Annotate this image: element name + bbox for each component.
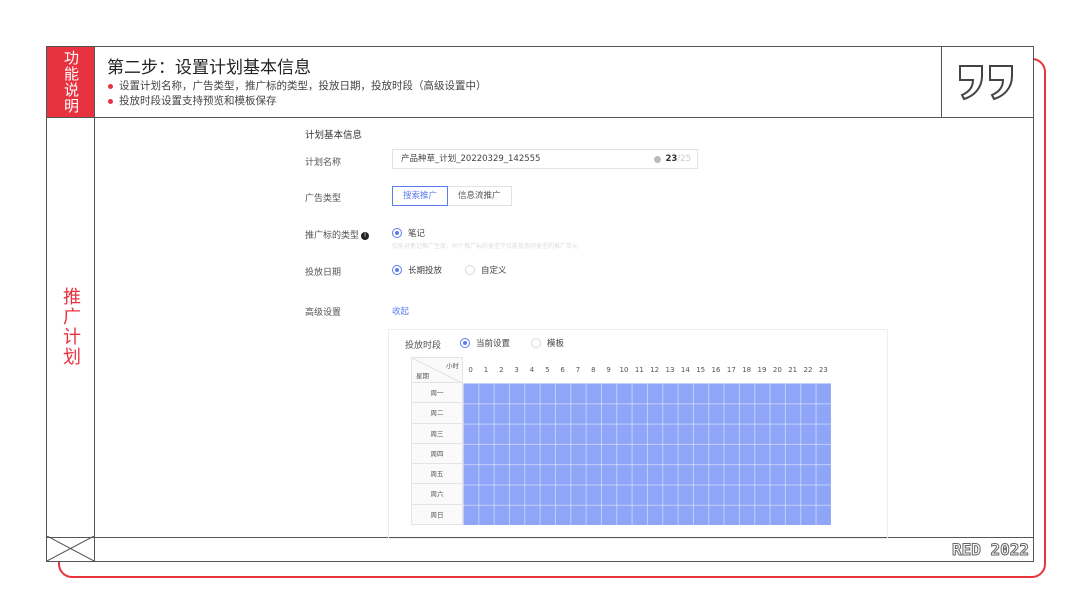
radio-selected-icon	[392, 265, 402, 275]
radio-selected-icon	[392, 228, 402, 238]
hour-header[interactable]: 4	[524, 357, 539, 383]
hour-header[interactable]: 21	[785, 357, 800, 383]
collapse-link[interactable]: 收起	[392, 305, 409, 317]
hour-header[interactable]: 6	[555, 357, 570, 383]
date-longterm-radio[interactable]: 长期投放	[392, 264, 442, 276]
ad-type-feed-button[interactable]: 信息流推广	[448, 186, 512, 206]
day-header[interactable]: 周日	[411, 504, 463, 525]
day-header[interactable]: 周二	[411, 403, 463, 424]
schedule-grid: 小时 星期 0 1 2 3 4 5 6 7 8 9 10 11 12 13 14 15 16 17 18 19 20 21…	[411, 357, 831, 525]
hour-header[interactable]: 7	[570, 357, 585, 383]
hour-header[interactable]: 9	[601, 357, 616, 383]
grid-corner-header: 小时 星期	[411, 357, 464, 384]
left-column: 功能说明 推广计划	[47, 47, 95, 561]
day-header[interactable]: 周三	[411, 423, 463, 444]
hour-header[interactable]: 19	[754, 357, 769, 383]
day-header[interactable]: 周四	[411, 443, 463, 465]
plan-name-value: 产品种草_计划_20220329_142555	[401, 154, 541, 164]
char-count: 23	[665, 154, 678, 164]
day-header[interactable]: 周六	[411, 484, 463, 505]
date-option-custom: 自定义	[481, 266, 507, 276]
plan-name-label: 计划名称	[305, 158, 342, 168]
hour-header[interactable]: 20	[770, 357, 785, 383]
time-slot-cells[interactable]	[463, 383, 831, 525]
target-type-hint: 仅能对笔记推广生效，同个推广标的类型下仅能投放同类型的推广单元	[392, 243, 579, 250]
target-type-option: 笔记	[408, 229, 426, 239]
hour-header[interactable]: 8	[586, 357, 601, 383]
hour-header[interactable]: 1	[478, 357, 493, 383]
quote-mark-box	[941, 47, 1033, 117]
page-title: 第二步：设置计划基本信息	[107, 58, 311, 78]
date-custom-radio[interactable]: 自定义	[465, 264, 507, 276]
clear-icon[interactable]	[654, 156, 661, 163]
cross-box-icon	[47, 536, 94, 561]
day-header[interactable]: 周五	[411, 464, 463, 485]
target-type-note-radio[interactable]: 笔记	[392, 227, 425, 239]
ad-type-label: 广告类型	[305, 194, 342, 204]
bullet-item: 设置计划名称，广告类型，推广标的类型，投放日期，投放时段（高级设置中）	[107, 79, 487, 94]
hour-header[interactable]: 16	[708, 357, 723, 383]
section-title: 计划基本信息	[305, 130, 363, 141]
hour-header[interactable]: 15	[693, 357, 708, 383]
hour-header[interactable]: 17	[724, 357, 739, 383]
day-header[interactable]: 周一	[411, 383, 463, 404]
date-option-longterm: 长期投放	[408, 266, 443, 276]
section-label: 推广计划	[60, 287, 81, 367]
radio-unselected-icon	[465, 265, 475, 275]
advanced-label: 高级设置	[305, 308, 342, 318]
plan-name-input[interactable]: 产品种草_计划_20220329_142555 23/25	[392, 149, 698, 169]
hour-header[interactable]: 18	[739, 357, 754, 383]
target-type-label: 推广标的类型!	[305, 228, 370, 241]
bullet-list: 设置计划名称，广告类型，推广标的类型，投放日期，投放时段（高级设置中） 投放时段…	[107, 79, 487, 109]
hour-header[interactable]: 2	[494, 357, 509, 383]
char-counter: 23/25	[665, 150, 691, 168]
hour-header[interactable]: 3	[509, 357, 524, 383]
feature-tag: 功能说明	[47, 47, 94, 117]
hour-header[interactable]: 5	[540, 357, 555, 383]
day-axis-label: 星期	[416, 372, 429, 380]
hour-header[interactable]: 11	[632, 357, 647, 383]
ad-type-selector: 搜索推广 信息流推广	[392, 186, 512, 206]
quote-icon	[958, 65, 1013, 101]
header: 第二步：设置计划基本信息 设置计划名称，广告类型，推广标的类型，投放日期，投放时…	[95, 47, 941, 117]
hour-header[interactable]: 14	[678, 357, 693, 383]
bullet-item: 投放时段设置支持预览和模板保存	[107, 94, 487, 109]
hour-header[interactable]: 13	[662, 357, 677, 383]
info-icon[interactable]: !	[361, 231, 370, 240]
char-max: /25	[677, 154, 691, 164]
hour-header[interactable]: 10	[616, 357, 631, 383]
date-label: 投放日期	[305, 268, 342, 278]
hour-header[interactable]: 22	[800, 357, 815, 383]
brand-badge: RED 2022	[951, 540, 1029, 560]
hour-header[interactable]: 12	[647, 357, 662, 383]
ad-type-search-button[interactable]: 搜索推广	[392, 186, 449, 206]
hour-axis-label: 小时	[446, 362, 459, 370]
target-type-label-text: 推广标的类型	[305, 231, 360, 241]
hour-header[interactable]: 23	[816, 357, 831, 383]
hour-header[interactable]: 0	[463, 357, 478, 383]
